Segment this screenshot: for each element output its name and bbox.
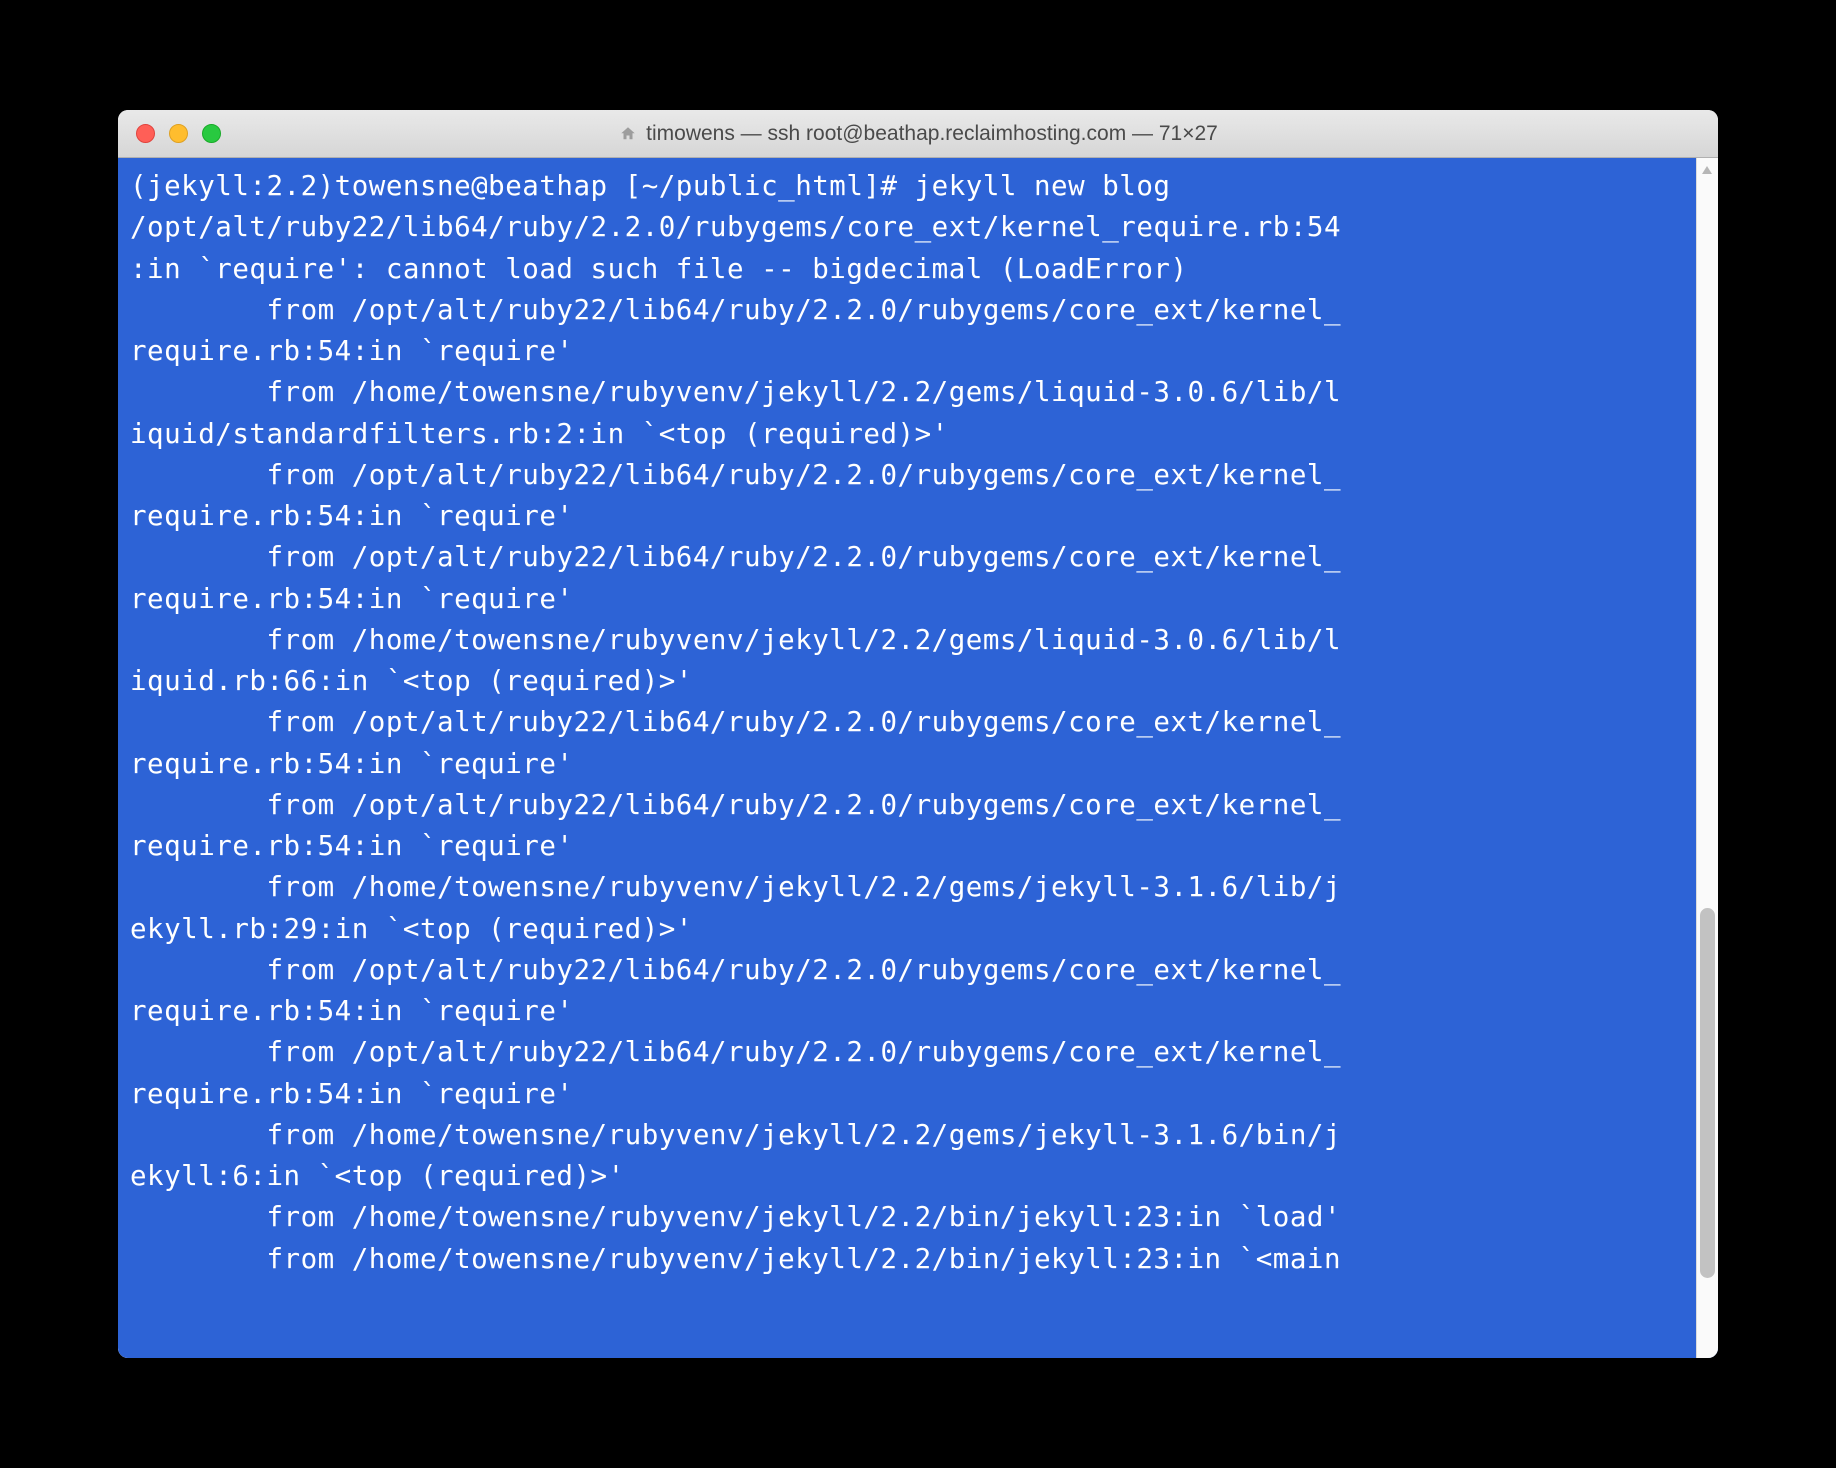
window-title: timowens — ssh root@beathap.reclaimhosti… bbox=[646, 122, 1218, 146]
window-title-wrap: timowens — ssh root@beathap.reclaimhosti… bbox=[118, 122, 1718, 146]
traffic-lights bbox=[118, 124, 221, 143]
close-button[interactable] bbox=[136, 124, 155, 143]
titlebar[interactable]: timowens — ssh root@beathap.reclaimhosti… bbox=[118, 110, 1718, 158]
zoom-button[interactable] bbox=[202, 124, 221, 143]
scrollbar-track[interactable] bbox=[1696, 158, 1718, 1358]
minimize-button[interactable] bbox=[169, 124, 188, 143]
terminal-output[interactable]: (jekyll:2.2)towensne@beathap [~/public_h… bbox=[118, 158, 1718, 1358]
scrollbar-thumb[interactable] bbox=[1700, 908, 1715, 1278]
home-icon bbox=[618, 125, 638, 143]
terminal-body: (jekyll:2.2)towensne@beathap [~/public_h… bbox=[118, 158, 1718, 1358]
scroll-up-arrow-icon[interactable] bbox=[1696, 160, 1718, 180]
terminal-window: timowens — ssh root@beathap.reclaimhosti… bbox=[118, 110, 1718, 1358]
